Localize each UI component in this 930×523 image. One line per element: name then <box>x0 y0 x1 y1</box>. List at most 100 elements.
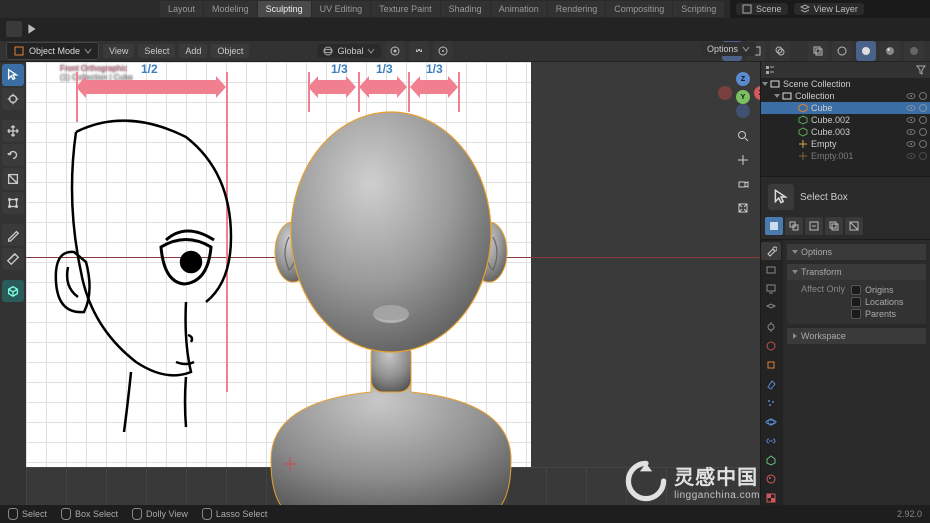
blender-logo-icon[interactable] <box>4 2 18 16</box>
nav-gizmo[interactable]: Z X Y <box>718 68 760 118</box>
prop-tab-render[interactable] <box>761 261 781 279</box>
perspective-icon[interactable] <box>733 198 753 218</box>
prop-tab-scene[interactable] <box>761 318 781 336</box>
outliner-scene-collection[interactable]: Scene Collection <box>761 78 930 90</box>
disable-icon[interactable] <box>918 151 928 161</box>
outliner-item[interactable]: Cube.003 <box>761 126 930 138</box>
select-invert-icon[interactable] <box>845 217 863 235</box>
tab-scripting[interactable]: Scripting <box>673 1 724 17</box>
tool-scale[interactable] <box>2 168 24 190</box>
tab-modeling[interactable]: Modeling <box>204 1 257 17</box>
tool-select-box[interactable] <box>2 64 24 86</box>
prop-tab-constraints[interactable] <box>761 432 781 450</box>
workspace-header[interactable]: Workspace <box>787 328 926 344</box>
menu-edit[interactable]: Edit <box>50 2 79 17</box>
shading-solid-icon[interactable] <box>856 41 876 61</box>
eye-icon[interactable] <box>906 103 916 113</box>
select-intersect-icon[interactable] <box>825 217 843 235</box>
prop-tab-material[interactable] <box>761 470 781 488</box>
tab-sculpting[interactable]: Sculpting <box>258 1 311 17</box>
prop-tab-particles[interactable] <box>761 394 781 412</box>
tool-cursor[interactable] <box>2 88 24 110</box>
overlay-icon[interactable] <box>770 41 790 61</box>
shading-wire-icon[interactable] <box>832 41 852 61</box>
tool-annotate[interactable] <box>2 224 24 246</box>
tab-layout[interactable]: Layout <box>160 1 203 17</box>
outliner-item[interactable]: Empty.001 <box>761 150 930 162</box>
filter-icon[interactable] <box>916 65 926 75</box>
eye-icon[interactable] <box>906 91 916 101</box>
prop-tab-object[interactable] <box>761 356 781 374</box>
zoom-icon[interactable] <box>733 126 753 146</box>
editor-type-icon[interactable] <box>6 21 22 37</box>
outliner-item[interactable]: Cube <box>761 102 930 114</box>
axis-y[interactable]: Y <box>736 90 750 104</box>
orientation-dropdown[interactable]: Global <box>317 44 381 58</box>
axis-neg-z[interactable] <box>736 104 750 118</box>
sculpted-head-mesh[interactable] <box>241 92 541 507</box>
prop-tab-physics[interactable] <box>761 413 781 431</box>
eye-icon[interactable] <box>906 127 916 137</box>
checkbox-icon[interactable] <box>851 309 861 319</box>
tool-add-cube[interactable] <box>2 280 24 302</box>
disable-icon[interactable] <box>918 139 928 149</box>
outliner-item[interactable]: Collection <box>761 90 930 102</box>
scene-selector[interactable]: Scene <box>736 3 788 15</box>
prop-tab-world[interactable] <box>761 337 781 355</box>
expand-icon[interactable] <box>762 82 768 86</box>
header-view[interactable]: View <box>103 44 134 58</box>
outliner[interactable]: Scene Collection CollectionCubeCube.002C… <box>761 62 930 176</box>
prop-tab-tool[interactable] <box>761 242 781 260</box>
outliner-item[interactable]: Empty <box>761 138 930 150</box>
tab-shading[interactable]: Shading <box>441 1 490 17</box>
eye-icon[interactable] <box>906 139 916 149</box>
tab-compositing[interactable]: Compositing <box>606 1 672 17</box>
select-new-icon[interactable] <box>765 217 783 235</box>
expand-icon[interactable] <box>774 94 780 98</box>
pivot-icon[interactable] <box>385 41 405 61</box>
select-subtract-icon[interactable] <box>805 217 823 235</box>
tool-transform[interactable] <box>2 192 24 214</box>
eye-icon[interactable] <box>906 151 916 161</box>
checkbox-icon[interactable] <box>851 285 861 295</box>
eye-icon[interactable] <box>906 115 916 125</box>
menu-file[interactable]: File <box>20 2 48 17</box>
disable-icon[interactable] <box>918 115 928 125</box>
mode-dropdown[interactable]: Object Mode <box>6 42 99 60</box>
prop-tab-viewlayer[interactable] <box>761 299 781 317</box>
3d-viewport[interactable]: Front Orthographic (1) Collection | Cube… <box>26 62 760 507</box>
xray-icon[interactable] <box>808 41 828 61</box>
pan-icon[interactable] <box>733 150 753 170</box>
axis-z[interactable]: Z <box>736 72 750 86</box>
tool-rotate[interactable] <box>2 144 24 166</box>
disable-icon[interactable] <box>918 91 928 101</box>
header-add[interactable]: Add <box>179 44 207 58</box>
disable-icon[interactable] <box>918 103 928 113</box>
tool-measure[interactable] <box>2 248 24 270</box>
axis-neg-x[interactable] <box>718 86 732 100</box>
check-locations[interactable]: Locations <box>851 296 918 308</box>
header-select[interactable]: Select <box>138 44 175 58</box>
transform-header[interactable]: Transform <box>787 264 926 280</box>
play-icon[interactable] <box>26 23 38 35</box>
snap-icon[interactable] <box>409 41 429 61</box>
tab-uv-editing[interactable]: UV Editing <box>312 1 371 17</box>
disable-icon[interactable] <box>918 127 928 137</box>
camera-icon[interactable] <box>733 174 753 194</box>
check-origins[interactable]: Origins <box>851 284 918 296</box>
shading-matprev-icon[interactable] <box>880 41 900 61</box>
menu-render[interactable]: Render <box>81 2 126 17</box>
proportional-edit-icon[interactable] <box>433 41 453 61</box>
tab-rendering[interactable]: Rendering <box>548 1 606 17</box>
checkbox-icon[interactable] <box>851 297 861 307</box>
options-dropdown[interactable]: Options <box>701 42 756 56</box>
header-object[interactable]: Object <box>211 44 249 58</box>
select-extend-icon[interactable] <box>785 217 803 235</box>
prop-tab-modifier[interactable] <box>761 375 781 393</box>
outliner-item[interactable]: Cube.002 <box>761 114 930 126</box>
tab-texture-paint[interactable]: Texture Paint <box>371 1 440 17</box>
shading-rendered-icon[interactable] <box>904 41 924 61</box>
viewlayer-selector[interactable]: View Layer <box>794 3 864 15</box>
tool-move[interactable] <box>2 120 24 142</box>
options-header[interactable]: Options <box>787 244 926 260</box>
